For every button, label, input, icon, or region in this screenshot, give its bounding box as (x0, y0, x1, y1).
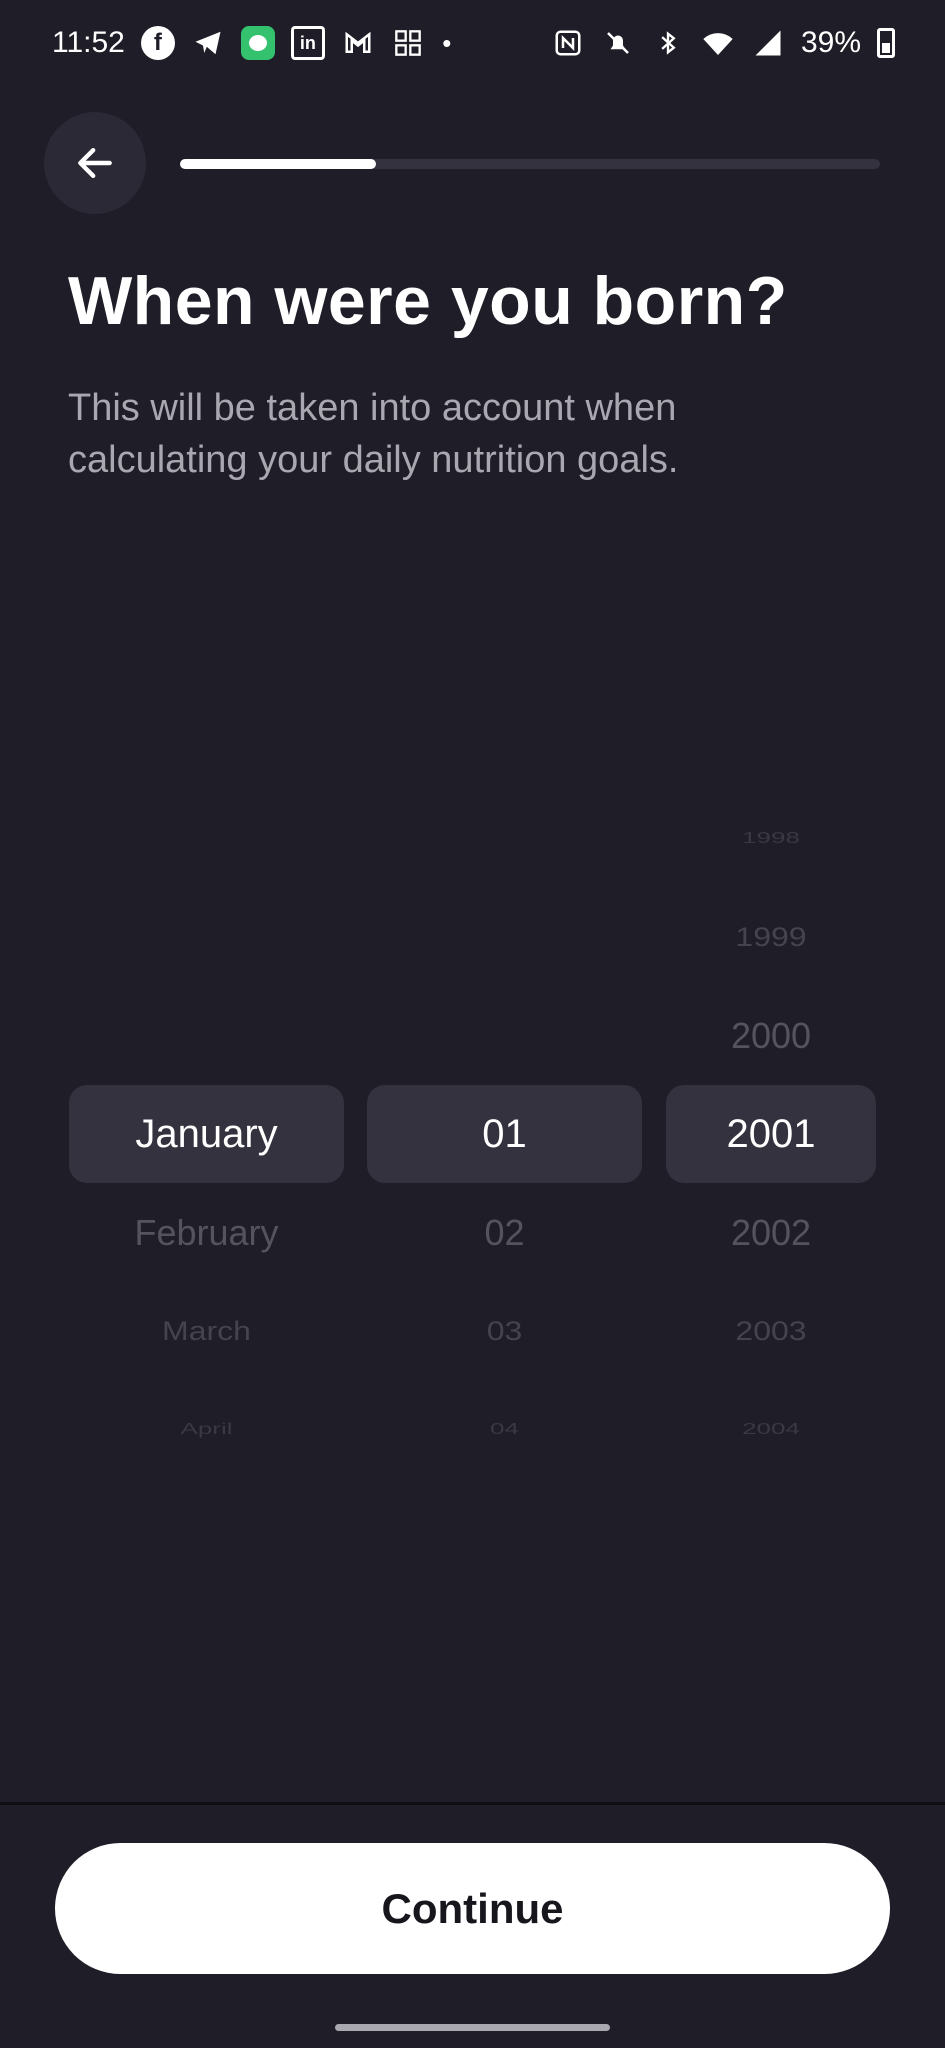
year-option[interactable]: 1999 (666, 921, 876, 952)
year-option[interactable]: 2002 (666, 1212, 876, 1254)
month-option[interactable]: April (69, 1420, 344, 1439)
month-selected[interactable]: January (69, 1085, 344, 1183)
year-selected[interactable]: 2001 (666, 1085, 876, 1183)
day-selected[interactable]: 01 (367, 1085, 642, 1183)
day-option[interactable]: 03 (367, 1315, 642, 1346)
month-picker[interactable]: January February March April (69, 0, 344, 2048)
year-picker[interactable]: 1998 1999 2000 2001 2002 2003 2004 (666, 0, 876, 2048)
year-option[interactable]: 2000 (666, 1015, 876, 1057)
year-option[interactable]: 2003 (666, 1315, 876, 1346)
month-option[interactable]: March (69, 1315, 344, 1346)
day-option[interactable]: 02 (367, 1212, 642, 1254)
bottom-divider (0, 1802, 945, 1805)
year-option[interactable]: 1998 (666, 829, 876, 848)
battery-icon (877, 28, 895, 58)
year-option[interactable]: 2004 (666, 1420, 876, 1439)
month-option[interactable]: February (69, 1212, 344, 1254)
day-picker[interactable]: 01 02 03 04 (367, 0, 642, 2048)
continue-button[interactable]: Continue (55, 1843, 890, 1974)
home-indicator[interactable] (335, 2024, 610, 2031)
day-option[interactable]: 04 (367, 1420, 642, 1439)
